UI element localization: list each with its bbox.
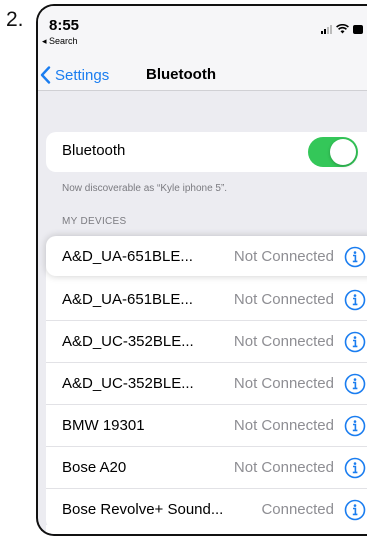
device-status: Not Connected	[233, 291, 334, 308]
chevron-left-icon	[40, 66, 51, 84]
navigation-bar: Settings Bluetooth	[38, 46, 367, 91]
bluetooth-label: Bluetooth	[62, 142, 126, 159]
bluetooth-toggle[interactable]	[308, 137, 358, 167]
info-circle-icon[interactable]	[344, 415, 366, 437]
device-status: Not Connected	[233, 459, 334, 476]
device-name: A&D_UA-651BLE...	[62, 248, 193, 265]
device-row[interactable]: Bose A20 Not Connected	[46, 447, 367, 489]
device-name: A&D_UA-651BLE...	[62, 291, 193, 308]
settings-back-button[interactable]: Settings	[40, 66, 109, 84]
device-row[interactable]: Bose Revolve+ Sound... Connected	[46, 489, 367, 530]
status-time: 8:55	[49, 17, 80, 34]
device-row[interactable]: A&D_UA-651BLE... Not Connected	[46, 279, 367, 321]
device-status: Not Connected	[233, 333, 334, 350]
my-devices-header: MY DEVICES	[62, 216, 127, 227]
status-bar: 8:55 ◂ Search	[38, 6, 367, 46]
discoverable-note: Now discoverable as “Kyle iphone 5”.	[62, 183, 228, 194]
device-name: A&D_UC-352BLE...	[62, 333, 194, 350]
device-row[interactable]: A&D_UC-352BLE... Not Connected	[46, 321, 367, 363]
device-name: Bose Revolve+ Sound...	[62, 501, 224, 518]
wifi-icon	[336, 24, 349, 34]
device-status: Not Connected	[233, 375, 334, 392]
device-name: Bose A20	[62, 459, 127, 476]
phone-screen: 8:55 ◂ Search Settings Bluetooth Bluetoo…	[36, 4, 367, 536]
device-row[interactable]: A&D_UC-352BLE... Not Connected	[46, 363, 367, 405]
highlighted-device-row[interactable]: A&D_UA-651BLE... Not Connected	[46, 236, 367, 276]
info-circle-icon[interactable]	[344, 331, 366, 353]
device-status: Connected	[261, 501, 334, 518]
info-circle-icon[interactable]	[344, 499, 366, 521]
cellular-signal-icon	[321, 24, 332, 34]
info-circle-icon[interactable]	[344, 246, 366, 268]
toggle-knob	[330, 139, 356, 165]
step-number: 2.	[6, 8, 24, 31]
device-list: A&D_UA-651BLE... A&D_UA-651BLE... Not Co…	[46, 237, 367, 530]
bluetooth-toggle-row: Bluetooth	[46, 132, 367, 172]
settings-back-label: Settings	[55, 66, 110, 84]
device-status: Not Connected	[233, 417, 334, 434]
device-name: BMW 19301	[62, 417, 145, 434]
device-row[interactable]: BMW 19301 Not Connected	[46, 405, 367, 447]
device-name: A&D_UC-352BLE...	[62, 375, 194, 392]
status-icons	[321, 22, 363, 34]
page-title: Bluetooth	[146, 66, 216, 83]
info-circle-icon[interactable]	[344, 289, 366, 311]
battery-icon	[353, 25, 363, 34]
info-circle-icon[interactable]	[344, 373, 366, 395]
device-status: Not Connected	[233, 248, 334, 265]
info-circle-icon[interactable]	[344, 457, 366, 479]
list-continuation	[46, 525, 367, 534]
